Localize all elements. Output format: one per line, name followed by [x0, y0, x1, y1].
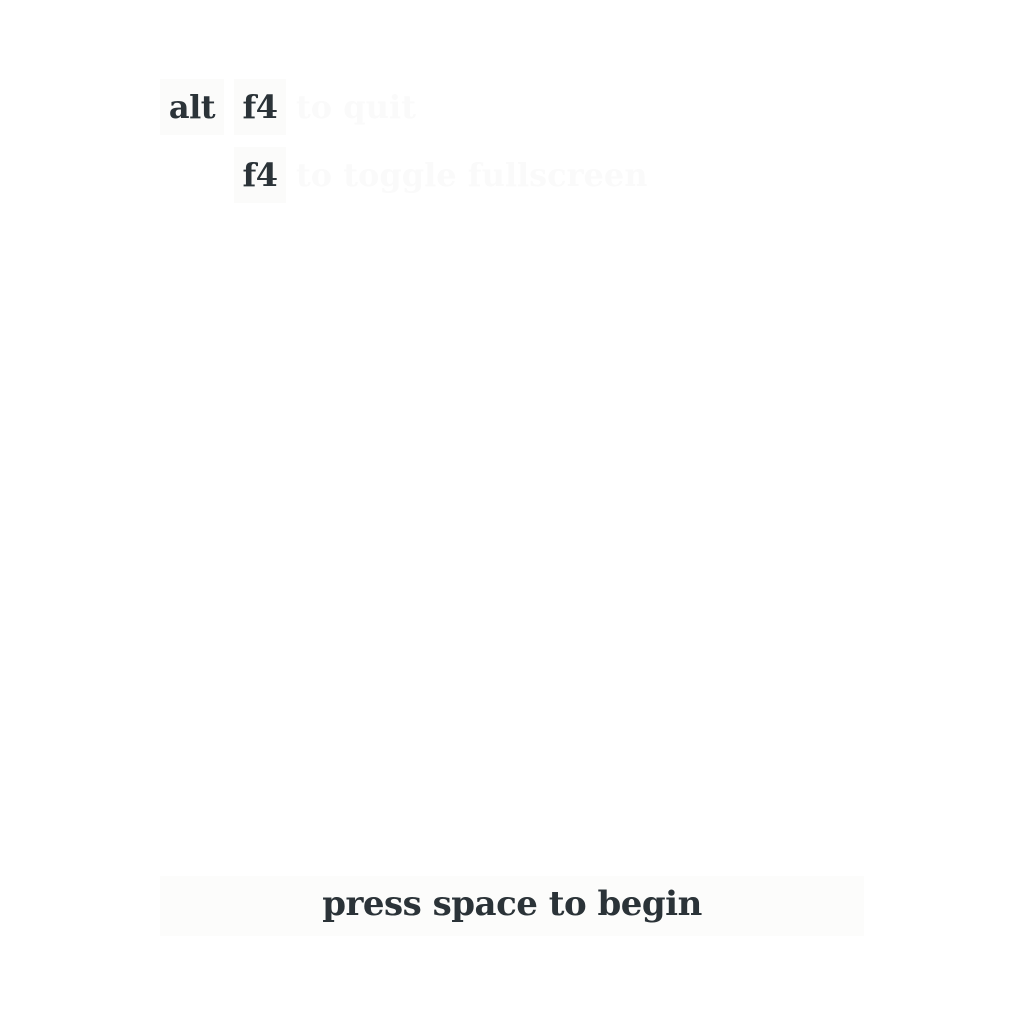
start-prompt[interactable]: press space to begin [160, 876, 864, 936]
quit-description: to quit [296, 88, 416, 126]
fullscreen-description: to toggle fullscreen [296, 156, 648, 194]
key-f4: f4 [234, 79, 286, 135]
key-f4-fullscreen: f4 [234, 147, 286, 203]
key-alt: alt [160, 79, 224, 135]
